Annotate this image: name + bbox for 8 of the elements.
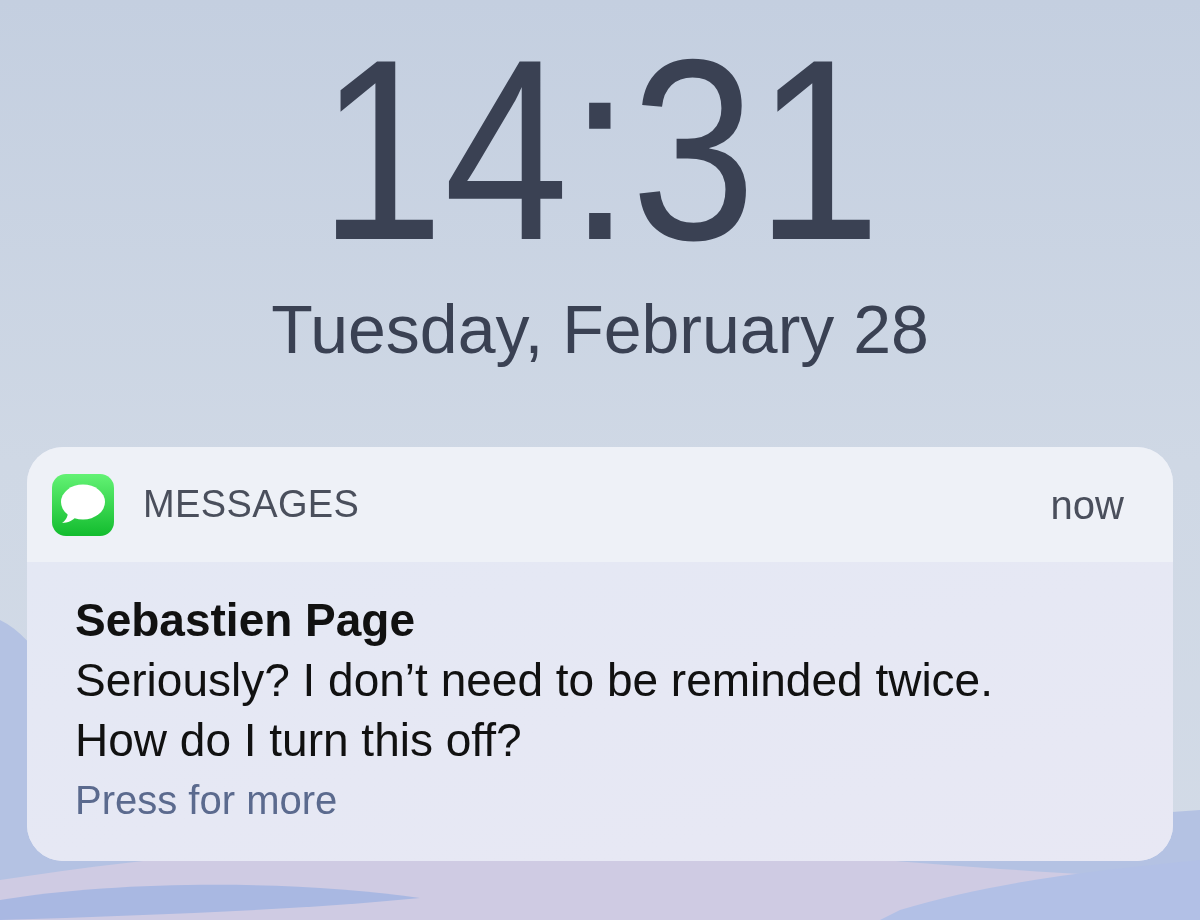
message-text: Seriously? I don’t need to be reminded twice. How do I turn this off? [75,653,994,768]
press-for-more-hint: Press for more [75,777,339,824]
speech-bubble-app-icon [52,473,114,536]
notification-card[interactable]: MESSAGES now Sebastien Page Seriously? I don’t need to be reminded twice. How do I turn this off? Press for more [27,447,1173,861]
sender-name: Sebastien Page [75,593,417,648]
app-name: MESSAGES [143,482,360,527]
notification-time: now [1050,481,1124,529]
lock-screen-time: 14:31 [319,4,881,279]
